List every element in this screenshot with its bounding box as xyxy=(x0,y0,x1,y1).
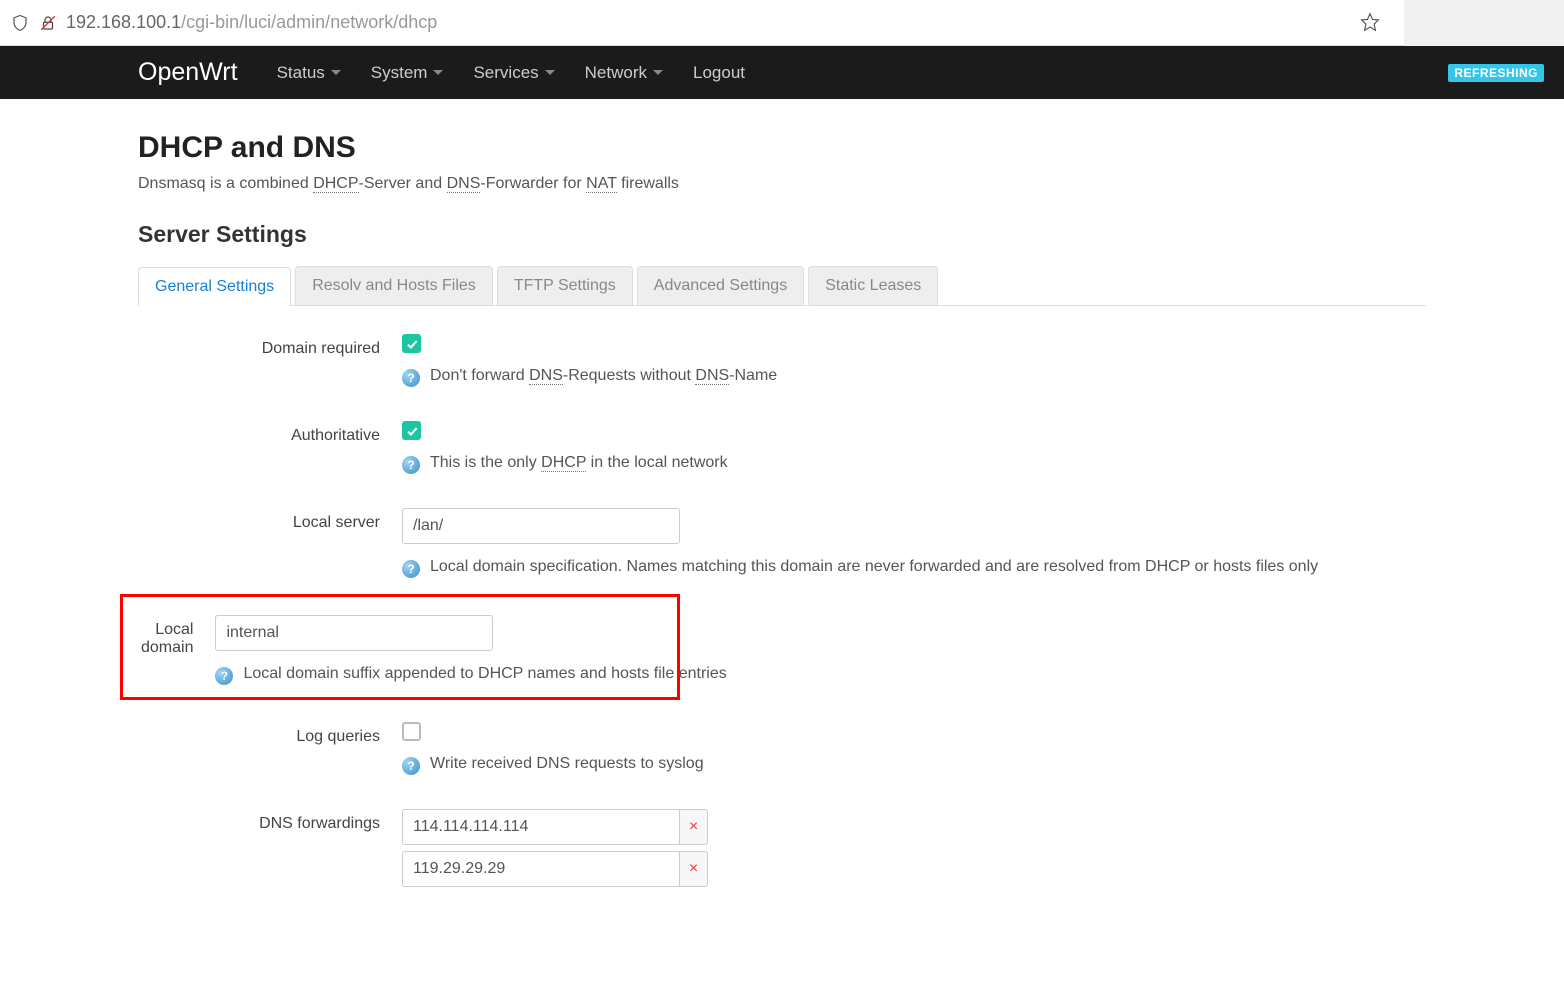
label-local-server: Local server xyxy=(138,508,402,532)
tab-general-settings[interactable]: General Settings xyxy=(138,267,291,306)
hint-local-domain: ? Local domain suffix appended to DHCP n… xyxy=(215,665,726,685)
label-authoritative: Authoritative xyxy=(138,421,402,445)
url-path: /cgi-bin/luci/admin/network/dhcp xyxy=(181,12,437,32)
nav-services[interactable]: Services xyxy=(458,46,569,99)
navbar: OpenWrt Status System Services Network L… xyxy=(0,46,1564,99)
page-title: DHCP and DNS xyxy=(138,131,1426,165)
row-local-domain: Local domain ? Local domain suffix appen… xyxy=(123,615,677,685)
tab-tftp-settings[interactable]: TFTP Settings xyxy=(497,266,633,305)
input-dns-forwarding-1[interactable] xyxy=(402,851,680,887)
chevron-down-icon xyxy=(433,70,443,75)
dns-forwarding-entry: × xyxy=(402,851,1426,887)
hint-domain-required: ? Don't forward DNS-Requests without DNS… xyxy=(402,367,1426,387)
insecure-lock-icon[interactable] xyxy=(38,13,58,33)
hint-authoritative: ? This is the only DHCP in the local net… xyxy=(402,454,1426,474)
tab-advanced-settings[interactable]: Advanced Settings xyxy=(637,266,804,305)
help-icon[interactable]: ? xyxy=(215,667,233,685)
input-dns-forwarding-0[interactable] xyxy=(402,809,680,845)
input-local-server[interactable] xyxy=(402,508,680,544)
help-icon[interactable]: ? xyxy=(402,456,420,474)
shield-icon[interactable] xyxy=(10,13,30,33)
hint-log-queries: ? Write received DNS requests to syslog xyxy=(402,755,1426,775)
abbr-nat: NAT xyxy=(586,175,617,193)
row-local-server: Local server ? Local domain specificatio… xyxy=(138,508,1426,578)
row-dns-forwardings: DNS forwardings × × xyxy=(138,809,1426,893)
url-bar[interactable]: 192.168.100.1/cgi-bin/luci/admin/network… xyxy=(66,12,1360,33)
brand[interactable]: OpenWrt xyxy=(0,58,262,87)
nav-logout[interactable]: Logout xyxy=(678,46,760,99)
tabs: General Settings Resolv and Hosts Files … xyxy=(138,266,1426,306)
checkbox-log-queries[interactable] xyxy=(402,722,421,741)
highlight-local-domain: Local domain ? Local domain suffix appen… xyxy=(120,594,680,700)
url-host: 192.168.100.1 xyxy=(66,12,181,32)
browser-right-gutter xyxy=(1404,0,1564,46)
tab-static-leases[interactable]: Static Leases xyxy=(808,266,938,305)
label-log-queries: Log queries xyxy=(138,722,402,746)
row-authoritative: Authoritative ? This is the only DHCP in… xyxy=(138,421,1426,474)
chevron-down-icon xyxy=(545,70,555,75)
label-dns-forwardings: DNS forwardings xyxy=(138,809,402,833)
help-icon[interactable]: ? xyxy=(402,369,420,387)
nav-system[interactable]: System xyxy=(356,46,459,99)
abbr-dns: DNS xyxy=(695,367,729,385)
nav-status[interactable]: Status xyxy=(262,46,356,99)
label-domain-required: Domain required xyxy=(138,334,402,358)
remove-button[interactable]: × xyxy=(680,851,708,887)
hint-local-server: ? Local domain specification. Names matc… xyxy=(402,558,1426,578)
nav-network[interactable]: Network xyxy=(570,46,678,99)
abbr-dhcp: DHCP xyxy=(313,175,358,193)
abbr-dns: DNS xyxy=(447,175,481,193)
abbr-dns: DNS xyxy=(529,367,563,385)
row-domain-required: Domain required ? Don't forward DNS-Requ… xyxy=(138,334,1426,387)
dns-forwarding-entry: × xyxy=(402,809,1426,845)
abbr-dhcp: DHCP xyxy=(541,454,586,472)
tab-resolv-hosts[interactable]: Resolv and Hosts Files xyxy=(295,266,493,305)
bookmark-star-icon[interactable] xyxy=(1360,12,1382,34)
help-icon[interactable]: ? xyxy=(402,560,420,578)
row-log-queries: Log queries ? Write received DNS request… xyxy=(138,722,1426,775)
checkbox-authoritative[interactable] xyxy=(402,421,421,440)
chevron-down-icon xyxy=(653,70,663,75)
input-local-domain[interactable] xyxy=(215,615,493,651)
page-subtitle: Dnsmasq is a combined DHCP-Server and DN… xyxy=(138,175,1426,193)
refreshing-badge: REFRESHING xyxy=(1448,64,1544,82)
chevron-down-icon xyxy=(331,70,341,75)
checkbox-domain-required[interactable] xyxy=(402,334,421,353)
remove-button[interactable]: × xyxy=(680,809,708,845)
label-local-domain: Local domain xyxy=(141,615,215,657)
section-heading: Server Settings xyxy=(138,221,1426,248)
help-icon[interactable]: ? xyxy=(402,757,420,775)
